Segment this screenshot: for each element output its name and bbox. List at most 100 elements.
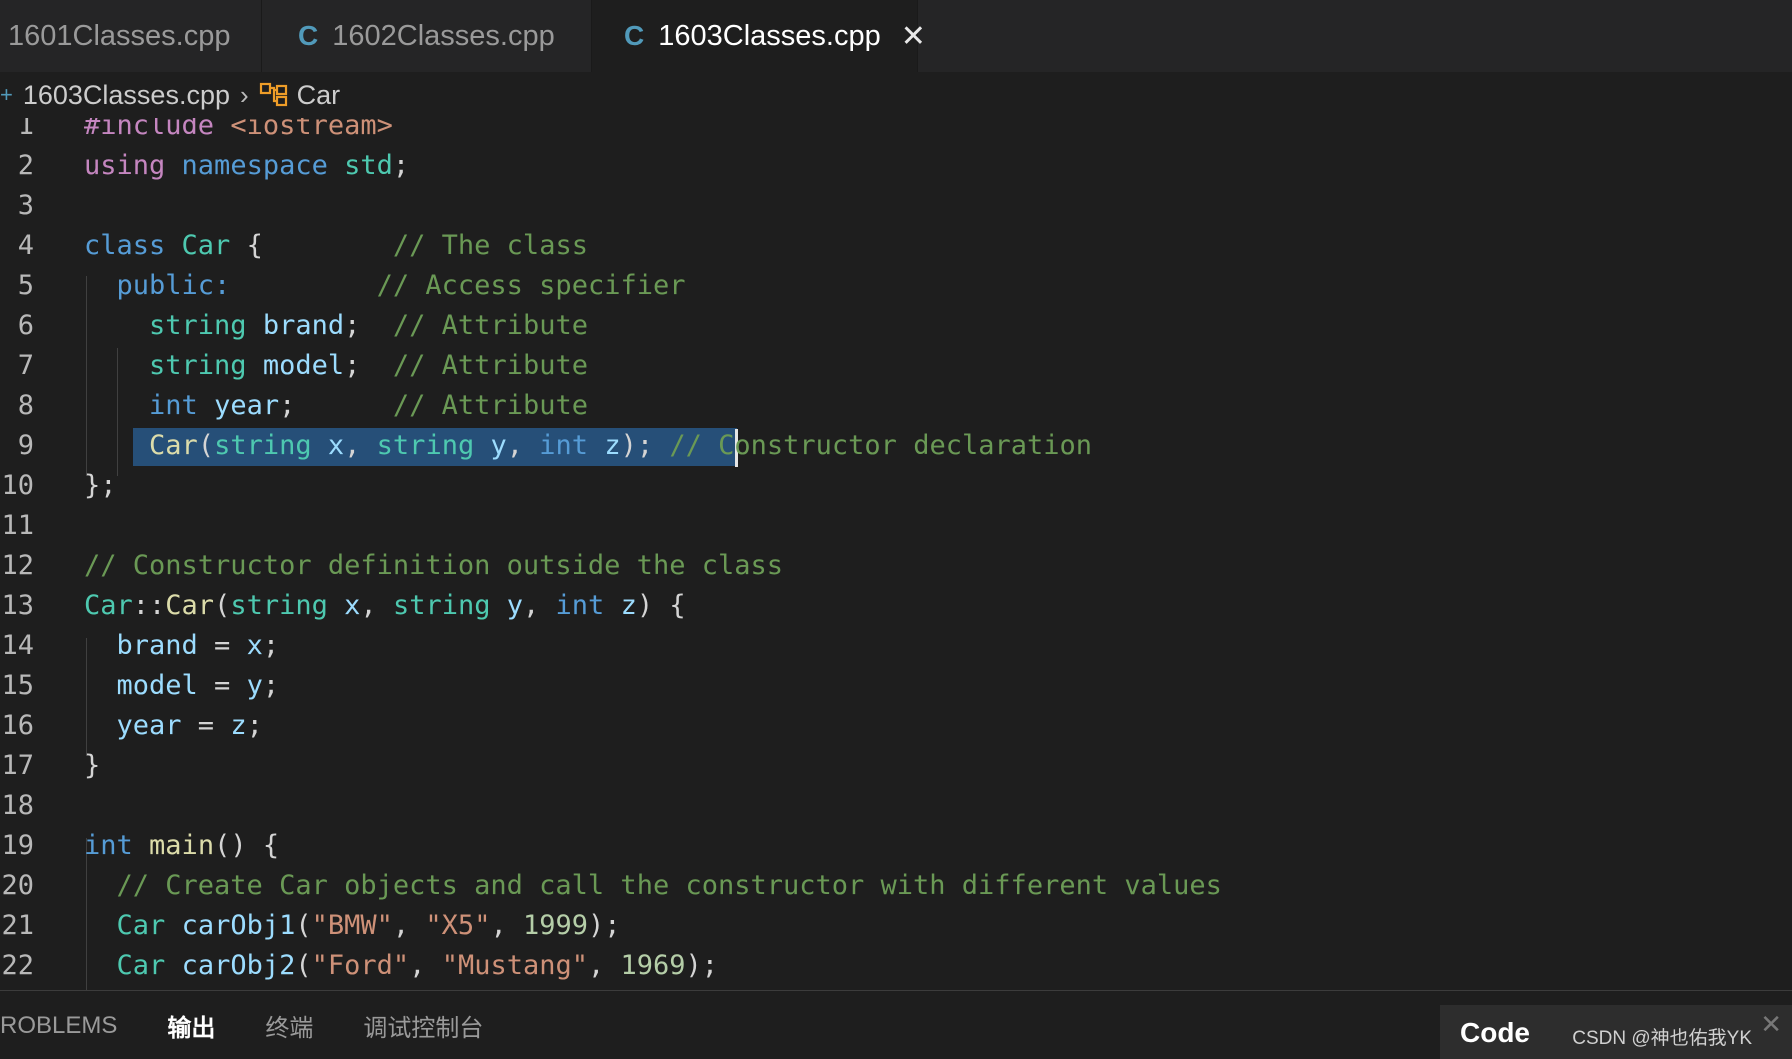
- code-line[interactable]: 17}: [0, 746, 1792, 786]
- code-line[interactable]: 15 model = y;: [0, 666, 1792, 706]
- line-number: 4: [17, 230, 34, 261]
- tab-debug-console[interactable]: 调试控制台: [363, 1008, 483, 1043]
- code-token: );: [685, 950, 719, 981]
- code-line[interactable]: 2 using namespace std;: [0, 146, 1792, 186]
- code-line[interactable]: 9 Car(string x, string y, int z); // Con…: [0, 426, 1792, 466]
- cpp-file-icon: C: [624, 20, 645, 51]
- line-number: 21: [1, 910, 34, 941]
- close-icon[interactable]: ✕: [901, 19, 926, 54]
- code-token: z: [230, 710, 247, 741]
- code-token: // The class: [392, 230, 588, 261]
- code-line[interactable]: 14 brand = x;: [0, 626, 1792, 666]
- code-editor[interactable]: 1 #include <iostream> 2 using namespace std…: [0, 118, 1792, 990]
- line-number: 7: [17, 350, 34, 381]
- breadcrumb-symbol[interactable]: Car: [297, 80, 341, 111]
- code-line[interactable]: 1 #include <iostream>: [0, 118, 1792, 146]
- code-line[interactable]: 4 class Car { // The class: [0, 226, 1792, 266]
- code-token: ::: [132, 590, 166, 621]
- tab-terminal[interactable]: 终端: [265, 1008, 313, 1043]
- code-text: };: [84, 466, 117, 506]
- code-token: ;: [262, 630, 280, 661]
- chevron-right-icon: ›: [240, 79, 249, 110]
- tab-1601classes[interactable]: 1601Classes.cpp: [0, 0, 262, 72]
- code-line[interactable]: 18: [0, 786, 1792, 826]
- code-token: ,: [344, 430, 377, 461]
- code-token: z: [604, 430, 621, 461]
- code-line[interactable]: 11: [0, 506, 1792, 546]
- code-line[interactable]: 6 string brand; // Attribute: [0, 306, 1792, 346]
- code-token: int: [149, 390, 198, 421]
- code-token: // Create Car objects and call the const…: [116, 870, 1222, 901]
- tab-problems[interactable]: ROBLEMS: [0, 1012, 117, 1040]
- code-token: public:: [116, 270, 231, 301]
- close-icon[interactable]: ✕: [1760, 1009, 1782, 1040]
- code-token: ,: [392, 910, 426, 941]
- code-line[interactable]: 12 // Constructor definition outside the …: [0, 546, 1792, 586]
- code-line[interactable]: 19 int main() {: [0, 826, 1792, 866]
- tab-1603classes[interactable]: C 1603Classes.cpp ✕: [592, 0, 926, 72]
- breadcrumb: + 1603Classes.cpp › Car: [0, 72, 1792, 118]
- code-token: };: [84, 470, 117, 501]
- code-text: brand = x;: [84, 626, 280, 666]
- code-line[interactable]: 22 Car carObj2("Ford", "Mustang", 1969);: [0, 946, 1792, 986]
- code-token: brand: [262, 310, 345, 341]
- output-channel-label: Code: [1460, 1016, 1530, 1048]
- tab-output[interactable]: 输出: [167, 1008, 215, 1043]
- line-number: 1: [17, 118, 34, 141]
- code-token: string: [149, 350, 247, 381]
- tab-label: 1601Classes.cpp: [8, 19, 231, 52]
- line-number: 11: [1, 510, 34, 541]
- code-token: year: [214, 390, 280, 421]
- code-token: string: [230, 590, 328, 621]
- code-token: carObj1: [181, 910, 296, 941]
- code-line[interactable]: 5 public: // Access specifier: [0, 266, 1792, 306]
- code-token: (: [214, 590, 231, 621]
- code-token: model: [116, 670, 198, 701]
- code-token: ;: [344, 350, 393, 381]
- code-token: z: [620, 590, 637, 621]
- code-line[interactable]: 21 Car carObj1("BMW", "X5", 1999);: [0, 906, 1792, 946]
- code-token: Car: [165, 590, 215, 621]
- tab-1602classes[interactable]: C 1602Classes.cpp: [262, 0, 592, 72]
- code-line[interactable]: 16 year = z;: [0, 706, 1792, 746]
- code-token: (: [295, 910, 312, 941]
- code-token: "X5": [425, 910, 491, 941]
- code-line[interactable]: 3: [0, 186, 1792, 226]
- code-token: "BMW": [311, 910, 393, 941]
- line-number: 13: [1, 590, 34, 621]
- editor-tab-bar: 1601Classes.cpp C 1602Classes.cpp C 1603…: [0, 0, 1792, 72]
- code-token: y: [246, 670, 263, 701]
- code-line[interactable]: 8 int year; // Attribute: [0, 386, 1792, 426]
- code-token: ;: [392, 150, 410, 181]
- line-number: 10: [1, 470, 34, 501]
- code-token: int: [84, 830, 133, 861]
- code-token: Car: [84, 590, 133, 621]
- code-token: // Attribute: [392, 350, 588, 381]
- code-token: ;: [279, 390, 393, 421]
- code-token: // Constructor definition outside the cl…: [84, 550, 783, 581]
- code-line[interactable]: 20 // Create Car objects and call the co…: [0, 866, 1792, 906]
- code-line[interactable]: 7 string model; // Attribute: [0, 346, 1792, 386]
- line-number: 17: [1, 750, 34, 781]
- code-token: ) {: [636, 590, 686, 621]
- code-token: carObj2: [181, 950, 296, 981]
- code-text: // Constructor definition outside the cl…: [84, 546, 783, 586]
- breadcrumb-file[interactable]: 1603Classes.cpp: [23, 80, 230, 111]
- code-token: y: [490, 430, 507, 461]
- code-token: "Mustang": [441, 950, 588, 981]
- code-line[interactable]: 13 Car::Car(string x, string y, int z) {: [0, 586, 1792, 626]
- code-token: ,: [409, 950, 442, 981]
- code-token: {: [230, 230, 393, 261]
- code-text: public: // Access specifier: [84, 266, 686, 306]
- code-token: Car: [181, 230, 231, 261]
- code-token: brand: [116, 630, 198, 661]
- code-line[interactable]: 10};: [0, 466, 1792, 506]
